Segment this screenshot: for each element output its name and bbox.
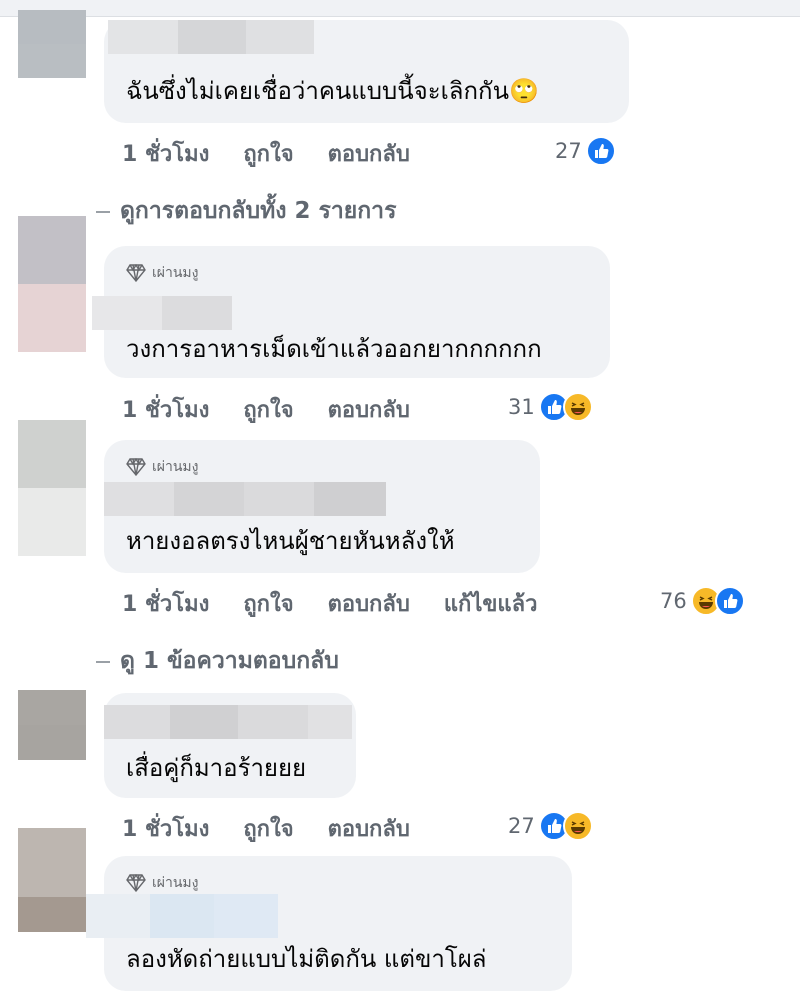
comment-actions: 1 ชั่วโมง ถูกใจ ตอบกลับ — [122, 138, 444, 168]
comment-bubble: เผ่านมงู วงการอาหารเม็ดเข้าแล้วออกยากกกก… — [92, 246, 610, 378]
top-divider — [0, 0, 800, 17]
comment-time[interactable]: 1 ชั่วโมง — [122, 586, 209, 621]
fan-badge: เผ่านมงู — [126, 262, 198, 284]
comment-bubble: เผ่านมงู หายงอลตรงไหนผู้ชายหันหลังให้ — [104, 440, 540, 573]
comment-actions: 1 ชั่วโมง ถูกใจ ตอบกลับ แก้ไขแล้ว — [122, 588, 571, 618]
comment-time[interactable]: 1 ชั่วโมง — [122, 136, 209, 171]
haha-icon — [562, 811, 593, 841]
like-icon — [714, 586, 745, 616]
reaction-summary[interactable]: 31 — [508, 390, 593, 424]
comment-bubble: เสื่อคู่ก็มาอร้ายยย — [104, 693, 356, 798]
diamond-icon — [126, 458, 146, 476]
view-replies-label: ดู 1 ข้อความตอบกลับ — [120, 648, 339, 674]
fan-badge: เผ่านมงู — [126, 456, 198, 478]
reaction-count: 27 — [508, 814, 535, 838]
like-button[interactable]: ถูกใจ — [243, 586, 293, 621]
commenter-name[interactable] — [108, 20, 314, 54]
reply-button[interactable]: ตอบกลับ — [328, 392, 410, 427]
edited-label[interactable]: แก้ไขแล้ว — [444, 586, 538, 621]
like-button[interactable]: ถูกใจ — [243, 392, 293, 427]
comment-bubble: ฉันซึ่งไม่เคยเชื่อว่าคนแบบนี้จะเลิกกัน🙄 — [104, 20, 629, 123]
thread-line — [96, 210, 110, 213]
reply-button[interactable]: ตอบกลับ — [328, 811, 410, 846]
like-button[interactable]: ถูกใจ — [243, 811, 293, 846]
comment-time[interactable]: 1 ชั่วโมง — [122, 811, 209, 846]
view-replies-link[interactable]: ดูการตอบกลับทั้ง 2 รายการ — [96, 193, 396, 229]
comment-actions: 1 ชั่วโมง ถูกใจ ตอบกลับ — [122, 394, 444, 424]
commenter-name[interactable] — [86, 894, 278, 938]
reaction-summary[interactable]: 27 — [508, 809, 593, 843]
fan-badge: เผ่านมงู — [126, 872, 198, 894]
commenter-name[interactable] — [92, 296, 232, 330]
reply-button[interactable]: ตอบกลับ — [328, 586, 410, 621]
comment-bubble: เผ่านมงู ลองหัดถ่ายแบบไม่ติดกัน แต่ขาโผล… — [86, 856, 572, 991]
like-icon — [585, 136, 616, 166]
avatar[interactable] — [18, 690, 86, 760]
avatar[interactable] — [18, 216, 86, 352]
diamond-icon — [126, 874, 146, 892]
haha-icon — [562, 392, 593, 422]
badge-label: เผ่านมงู — [152, 459, 199, 475]
commenter-name[interactable] — [104, 482, 386, 516]
view-replies-link[interactable]: ดู 1 ข้อความตอบกลับ — [96, 643, 339, 679]
reaction-count: 76 — [660, 589, 687, 613]
reaction-summary[interactable]: 27 — [555, 134, 616, 168]
comment-text: ฉันซึ่งไม่เคยเชื่อว่าคนแบบนี้จะเลิกกัน🙄 — [126, 77, 539, 105]
reaction-count: 31 — [508, 395, 535, 419]
comment-actions: 1 ชั่วโมง ถูกใจ ตอบกลับ — [122, 813, 444, 843]
comment-time[interactable]: 1 ชั่วโมง — [122, 392, 209, 427]
avatar[interactable] — [18, 420, 86, 556]
reaction-summary[interactable]: 76 — [660, 584, 745, 618]
comment-text: เสื่อคู่ก็มาอร้ายยย — [126, 754, 307, 782]
reaction-count: 27 — [555, 139, 582, 163]
comment-text: หายงอลตรงไหนผู้ชายหันหลังให้ — [126, 527, 455, 555]
thread-line — [96, 660, 110, 663]
avatar[interactable] — [18, 828, 86, 932]
commenter-name[interactable] — [104, 705, 352, 739]
comment-text: วงการอาหารเม็ดเข้าแล้วออกยากกกกกก — [126, 335, 542, 363]
badge-label: เผ่านมงู — [152, 875, 199, 891]
comment-text: ลองหัดถ่ายแบบไม่ติดกัน แต่ขาโผล่ — [126, 945, 487, 973]
diamond-icon — [126, 264, 146, 282]
badge-label: เผ่านมงู — [152, 265, 199, 281]
like-button[interactable]: ถูกใจ — [243, 136, 293, 171]
avatar[interactable] — [18, 10, 86, 78]
view-replies-label: ดูการตอบกลับทั้ง 2 รายการ — [120, 198, 397, 224]
reply-button[interactable]: ตอบกลับ — [328, 136, 410, 171]
